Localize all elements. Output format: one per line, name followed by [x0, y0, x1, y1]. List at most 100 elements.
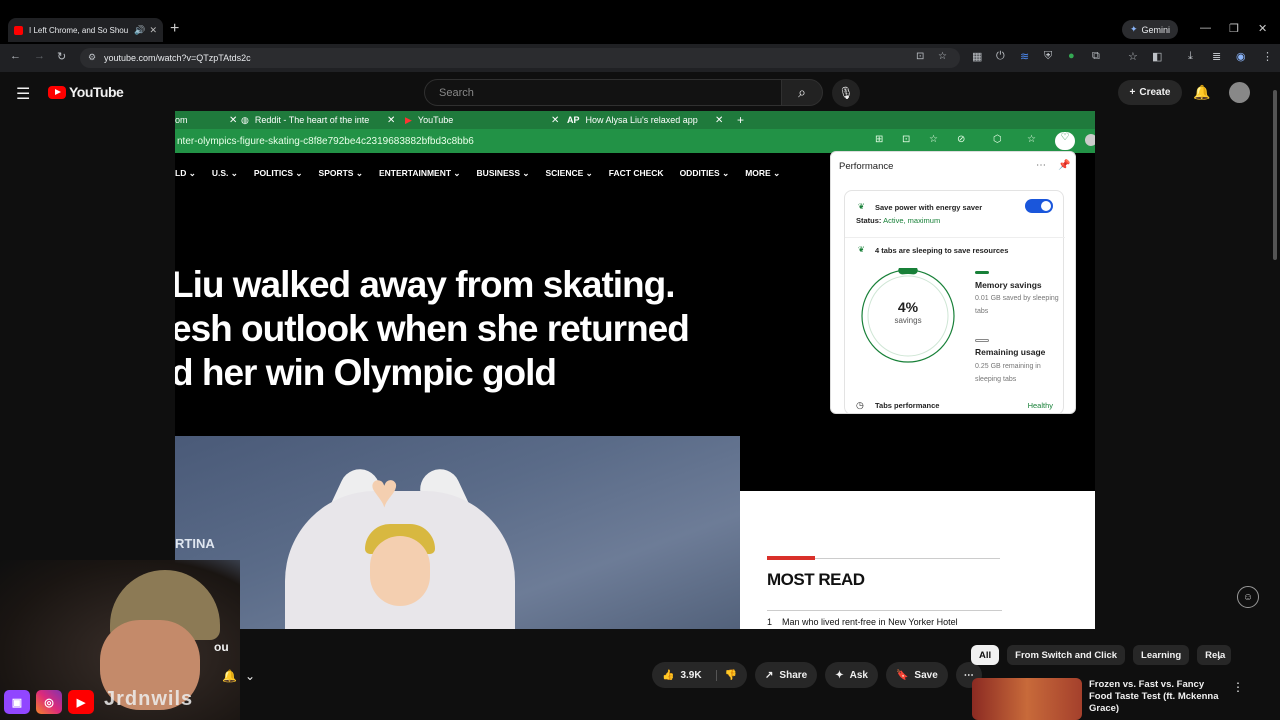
channel-watermark-icon[interactable]: ☺	[1237, 586, 1259, 608]
chip-learning[interactable]: Learning	[1133, 645, 1190, 665]
youtube-play-icon	[48, 85, 66, 99]
most-read-number: 1	[767, 617, 773, 627]
youtube-favicon-icon	[14, 25, 23, 35]
minimize-button[interactable]: —	[1200, 22, 1211, 34]
remaining-usage-sub: 0.25 GB remaining in sleeping tabs	[975, 363, 1041, 383]
creator-handle: Jrdnwils	[104, 688, 194, 710]
reload-icon[interactable]: ↻	[57, 50, 66, 63]
avatar[interactable]	[1229, 82, 1250, 103]
chip-all[interactable]: All	[971, 645, 1000, 665]
inner-tab-label: YouTube	[417, 115, 454, 125]
inner-tab-close-3: ✕	[551, 114, 560, 126]
split-view-icon[interactable]: ◧	[1152, 50, 1162, 63]
puzzle-icon[interactable]: ⧉	[1092, 50, 1100, 63]
back-icon[interactable]: ←	[10, 50, 21, 62]
youtube-logo[interactable]: YouTube	[48, 84, 124, 100]
search-icon: ⌕	[798, 84, 806, 100]
recommended-video[interactable]: Frozen vs. Fast vs. Fancy Food Taste Tes…	[972, 678, 1244, 720]
close-tab-icon[interactable]: ✕	[149, 25, 157, 36]
save-label: Save	[914, 669, 938, 681]
profile-icon[interactable]: ◉	[1236, 50, 1246, 63]
sleeping-tabs-label: 4 tabs are sleeping to save resources	[875, 246, 1009, 255]
performance-panel: Performance ⋯ 📌 ❦ Save power with energy…	[830, 151, 1076, 414]
voice-search-button[interactable]: 🎙	[832, 79, 860, 107]
bookmark-star-icon[interactable]: ☆	[938, 51, 947, 62]
news-nav: LD ⌄ U.S. ⌄ POLITICS ⌄ SPORTS ⌄ ENTERTAI…	[175, 163, 835, 183]
inner-toolbar-icon: ⊘	[957, 134, 966, 145]
save-button[interactable]: 🔖 Save	[885, 662, 948, 688]
video-thumbnail[interactable]	[972, 678, 1082, 720]
site-info-icon[interactable]: ⚙	[88, 52, 96, 63]
download-icon[interactable]: ⤓	[1188, 50, 1193, 63]
energy-saver-toggle	[1025, 199, 1053, 213]
page-scrollbar[interactable]	[1273, 90, 1277, 260]
article-photo: RTINA ♥	[175, 436, 740, 629]
pin-icon: 📌	[1058, 160, 1071, 171]
channel-title[interactable]: ou	[214, 640, 229, 654]
inner-bookmark-icon: ☆	[1027, 134, 1036, 145]
like-button[interactable]: 👍 3.9K 👎	[652, 662, 748, 688]
extension-green-icon[interactable]: ●	[1068, 50, 1075, 62]
forward-icon[interactable]: →	[34, 50, 45, 62]
inner-address-bar: nter-olympics-figure-skating-c8f8e792be4…	[175, 129, 1095, 153]
tabs-performance-status: Healthy	[1027, 401, 1053, 410]
address-url: youtube.com/watch?v=QTzpTAtds2c	[104, 53, 251, 63]
speaker-icon[interactable]: 🔊	[134, 25, 145, 36]
more-options-icon[interactable]: ⋮	[1232, 680, 1244, 694]
photo-sign-text: RTINA	[175, 536, 215, 551]
power-icon[interactable]: ⏻	[996, 50, 1005, 63]
notifications-bell-icon[interactable]: 🔔	[1193, 84, 1210, 101]
hamburger-menu-icon[interactable]: ☰	[16, 84, 30, 104]
video-player[interactable]: om ✕ ◍ Reddit - The heart of the inte ✕ ▶…	[175, 111, 1095, 629]
performance-title: Performance	[839, 161, 894, 172]
search-button[interactable]: ⌕	[781, 79, 823, 106]
new-tab-button[interactable]: +	[170, 20, 179, 38]
memory-legend-swatch	[975, 271, 989, 274]
install-icon[interactable]: ⊡	[916, 51, 924, 62]
remaining-legend-swatch	[975, 339, 989, 342]
browser-tab[interactable]: I Left Chrome, and So Shou 🔊 ✕	[8, 18, 163, 42]
video-actions: 👍 3.9K 👎 ↗ Share ✦ Ask 🔖 Save ⋯	[652, 662, 982, 688]
more-options-icon: ⋯	[1036, 160, 1046, 171]
inner-new-tab-icon: +	[737, 113, 745, 127]
chips-next-icon[interactable]: ›	[1217, 650, 1221, 664]
menu-icon[interactable]: ⋮	[1262, 50, 1273, 63]
close-window-button[interactable]: ✕	[1258, 22, 1267, 35]
nav-item: POLITICS ⌄	[253, 167, 303, 178]
share-button[interactable]: ↗ Share	[755, 662, 818, 688]
tabs-performance-label: Tabs performance	[875, 401, 940, 410]
memory-savings-sub: 0.01 GB saved by sleeping tabs	[975, 295, 1059, 315]
like-count: 3.9K	[680, 669, 702, 681]
inner-tab-close-1: ✕	[229, 114, 238, 126]
gemini-label: Gemini	[1141, 24, 1171, 35]
energy-saver-label: Save power with energy saver	[875, 203, 983, 212]
chip-from-switch-and-click[interactable]: From Switch and Click	[1007, 645, 1126, 665]
headline-line: Liu walked away from skating.	[175, 264, 676, 305]
ask-label: Ask	[849, 669, 868, 681]
subscribe-bell-button[interactable]: 🔔 ⌄	[222, 665, 268, 687]
most-read-section: MOST READ 1 Man who lived rent-free in Ne…	[767, 556, 1002, 627]
gemini-icon: ✦	[1130, 24, 1138, 34]
extension-wave-icon[interactable]: ≋	[1020, 50, 1029, 63]
extension-icon[interactable]: ▦	[972, 50, 982, 63]
chip-related[interactable]: Rela	[1197, 645, 1232, 665]
inner-tab-label: Reddit - The heart of the inte	[254, 115, 370, 125]
bookmark-icon: 🔖	[895, 669, 909, 681]
heart-hands-icon: ♥	[370, 465, 399, 518]
shield-icon[interactable]: ⛨	[1044, 50, 1052, 63]
reading-list-icon[interactable]: ≣	[1212, 50, 1221, 63]
performance-heart-icon: ♡	[1055, 132, 1075, 150]
thumbs-down-icon[interactable]: 👎	[715, 669, 737, 681]
inner-tab-close-2: ✕	[387, 114, 396, 126]
ask-button[interactable]: ✦ Ask	[825, 662, 878, 688]
maximize-button[interactable]: ❐	[1229, 22, 1239, 35]
search-input[interactable]: Search	[424, 79, 782, 106]
create-label: Create	[1139, 87, 1171, 98]
address-bar[interactable]: ⚙ youtube.com/watch?v=QTzpTAtds2c ⊡ ☆	[80, 48, 960, 68]
browser-tab-title: I Left Chrome, and So Shou	[29, 25, 129, 35]
gemini-button[interactable]: ✦ Gemini	[1122, 20, 1179, 39]
bookmarks-icon[interactable]: ☆	[1128, 50, 1138, 63]
recommended-title[interactable]: Frozen vs. Fast vs. Fancy Food Taste Tes…	[1089, 679, 1229, 715]
nav-item: MORE ⌄	[745, 167, 781, 178]
create-button[interactable]: + Create	[1118, 80, 1182, 105]
